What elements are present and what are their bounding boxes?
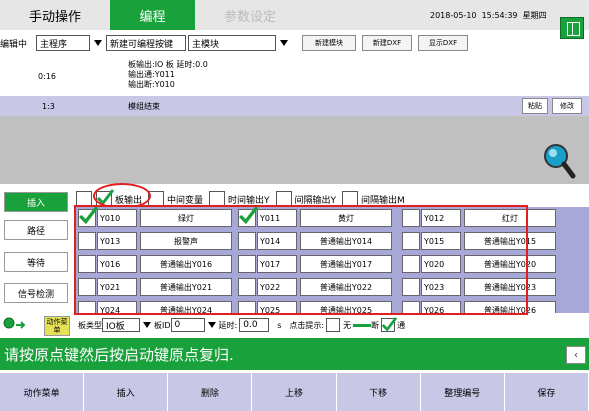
tab-manual[interactable]: 手动操作 [0,0,110,30]
on-checkbox[interactable] [381,317,398,332]
status-message: 请按原点键然后按启动键原点复归. [0,338,589,370]
check-icon [381,317,398,332]
board-type-select[interactable]: IO板 [102,318,140,332]
line-text: 模组结束 [128,101,160,111]
path-button[interactable]: 路径 [4,220,68,240]
chevron-down-icon[interactable] [90,40,106,46]
edit-bar: 编辑中 主程序 新建可编程按键 主模块 新建模块 新建DXF 显示DXF [0,32,589,54]
footer-delete-button[interactable]: 删除 [168,373,253,411]
weekday: 星期四 [522,11,547,20]
chevron-down-icon[interactable] [140,322,154,328]
delay-label: 延时: [218,320,238,330]
footer-action-menu-button[interactable]: 动作菜单 [0,373,85,411]
type-label: 时间输出Y [228,195,270,206]
type-label: 间隔输出M [361,195,405,206]
off-label: 断 [371,320,380,330]
program-list-empty-area [0,116,589,184]
delay-input[interactable]: 0.0 [239,318,270,332]
hint-label: 点击提示: [289,320,325,330]
show-dxf-button[interactable]: 显示DXF [418,35,468,51]
footer-insert-button[interactable]: 插入 [84,373,169,411]
chevron-left-icon[interactable]: ‹ [566,346,586,364]
footer-save-button[interactable]: 保存 [505,373,589,411]
on-label: 通 [397,320,406,330]
paste-button[interactable]: 粘贴 [522,98,548,114]
chevron-down-icon[interactable] [276,40,292,46]
line-number: 1:3 [42,101,55,111]
footer-move-down-button[interactable]: 下移 [337,373,421,411]
modify-button[interactable]: 修改 [552,98,582,114]
wait-button[interactable]: 等待 [4,252,68,272]
footer-move-up-button[interactable]: 上移 [252,373,337,411]
hint-value: 无 [343,320,352,330]
hint-checkbox[interactable] [326,318,341,332]
program-list: 0:16 板输出:IO 板 延时:0.0 输出通:Y011 输出断:Y010 [0,56,589,96]
off-indicator [353,323,372,327]
line-text[interactable]: 板输出:IO 板 延时:0.0 输出通:Y011 输出断:Y010 [128,60,208,90]
selected-program-line[interactable]: 1:3 模组结束 粘贴 修改 [0,96,589,116]
edit-mode-label: 编辑中 [0,39,28,50]
date: 2018-05-10 [430,11,477,20]
time: 15:54:39 [481,11,518,20]
signal-detect-button[interactable]: 信号检测 [4,283,68,303]
datetime: 2018-05-10 15:54:39 星期四 [430,10,547,21]
new-module-button[interactable]: 新建模块 [302,35,356,51]
type-label: 中间变量 [167,195,204,206]
delay-unit: s [277,320,282,330]
footer-toolbar: 动作菜单 插入 删除 上移 下移 整理编号 保存 [0,373,589,411]
board-type-label: 板类型 [78,320,102,330]
footer-renumber-button[interactable]: 整理编号 [421,373,505,411]
new-programmable-key-button[interactable]: 新建可编程按键 [106,35,186,51]
highlight-box [74,205,528,315]
board-id-label: 板ID [154,320,171,330]
magnifier-icon[interactable] [540,142,576,182]
insert-button[interactable]: 插入 [4,192,68,212]
new-dxf-button[interactable]: 新建DXF [362,35,412,51]
tab-params[interactable]: 参数设定 [195,0,305,30]
line-number: 0:16 [38,72,56,81]
board-id-select[interactable]: 0 [170,318,205,332]
module-select[interactable]: 主模块 [188,35,276,51]
output-settings-bar: 板类型 IO板 板ID 0 延时: 0.0 s 点击提示: 无 断 通 [0,314,589,336]
tab-program[interactable]: 编程 [110,0,195,30]
program-select[interactable]: 主程序 [36,35,90,51]
type-label: 间隔输出Y [294,195,337,206]
chevron-down-icon[interactable] [205,322,219,328]
